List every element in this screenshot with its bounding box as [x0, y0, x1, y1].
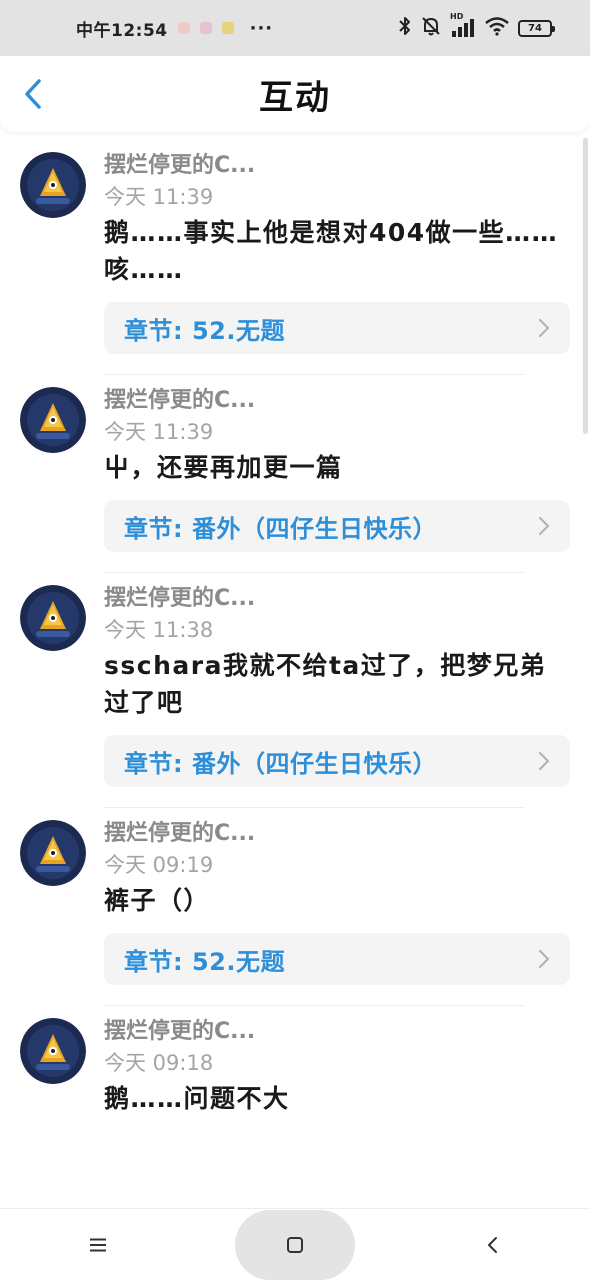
comment-author[interactable]: 摆烂停更的C... — [104, 583, 570, 615]
chapter-label: 章节: 52.无题 — [124, 947, 285, 976]
app-header: 互动 — [0, 56, 590, 132]
chevron-left-icon — [25, 79, 41, 109]
back-icon — [487, 1236, 497, 1253]
notification-app-icon — [199, 22, 212, 34]
comment-text: 鹅……事实上他是想对404做一些……咳…… — [104, 218, 559, 284]
comment-author[interactable]: 摆烂停更的C... — [104, 385, 570, 417]
page-title: 互动 — [259, 77, 331, 118]
mute-bell-icon — [420, 15, 442, 42]
notification-app-icon — [177, 22, 190, 34]
bluetooth-icon — [398, 15, 412, 42]
comment-time: 今天 09:18 — [104, 1051, 214, 1075]
notification-app-icon — [221, 22, 234, 34]
avatar[interactable] — [20, 585, 86, 651]
battery-indicator: 74 — [518, 19, 555, 37]
comment-text: 屮，还要再加更一篇 — [104, 453, 343, 482]
comment-item: 摆烂停更的C... 今天 09:18 鹅……问题不大 — [0, 1006, 590, 1117]
wifi-icon — [484, 16, 510, 41]
square-icon — [286, 1236, 303, 1253]
avatar[interactable] — [20, 152, 86, 218]
chapter-link-card[interactable]: 章节: 番外（四仔生日快乐） — [104, 500, 570, 552]
comment-time: 今天 11:39 — [104, 185, 214, 209]
comment-author[interactable]: 摆烂停更的C... — [104, 150, 570, 182]
network-badge: HD — [450, 12, 464, 21]
nav-menu-button[interactable] — [38, 1209, 158, 1281]
chevron-right-icon — [538, 318, 550, 338]
chapter-link-card[interactable]: 章节: 52.无题 — [104, 933, 570, 985]
comment-time: 今天 11:38 — [104, 618, 214, 642]
comment-item: 摆烂停更的C... 今天 11:39 鹅……事实上他是想对404做一些……咳……… — [0, 140, 590, 375]
chapter-link-card[interactable]: 章节: 番外（四仔生日快乐） — [104, 735, 570, 787]
comment-item: 摆烂停更的C... 今天 09:19 裤子（） 章节: 52.无题 — [0, 808, 590, 1006]
avatar[interactable] — [20, 820, 86, 886]
scrollbar[interactable] — [583, 138, 588, 434]
avatar[interactable] — [20, 1018, 86, 1084]
nav-back-button[interactable] — [432, 1209, 552, 1281]
chapter-label: 章节: 52.无题 — [124, 316, 285, 345]
chapter-label: 章节: 番外（四仔生日快乐） — [124, 514, 437, 543]
status-bar: 中午12:54 ··· HD 74 — [0, 0, 590, 56]
comment-item: 摆烂停更的C... 今天 11:39 屮，还要再加更一篇 章节: 番外（四仔生日… — [0, 375, 590, 573]
comment-text: 裤子（） — [104, 886, 211, 915]
signal-icon: HD — [450, 12, 476, 38]
chevron-right-icon — [538, 751, 550, 771]
battery-level: 74 — [528, 22, 542, 34]
comment-item: 摆烂停更的C... 今天 11:38 sschara我就不给ta过了，把梦兄弟过… — [0, 573, 590, 808]
comment-time: 今天 09:19 — [104, 853, 214, 877]
chevron-right-icon — [538, 949, 550, 969]
comment-feed[interactable]: 摆烂停更的C... 今天 11:39 鹅……事实上他是想对404做一些……咳……… — [0, 140, 590, 1208]
chevron-right-icon — [538, 516, 550, 536]
avatar[interactable] — [20, 387, 86, 453]
menu-icon — [90, 1238, 107, 1251]
nav-home-button[interactable] — [234, 1209, 355, 1280]
back-button[interactable] — [18, 76, 48, 112]
more-notifications-indicator: ··· — [249, 17, 274, 39]
comment-time: 今天 11:39 — [104, 420, 214, 444]
status-time: 中午12:54 — [76, 20, 168, 41]
system-nav-bar — [0, 1208, 590, 1280]
chapter-link-card[interactable]: 章节: 52.无题 — [104, 302, 570, 354]
comment-author[interactable]: 摆烂停更的C... — [104, 1016, 570, 1048]
comment-text: 鹅……问题不大 — [104, 1084, 290, 1113]
chapter-label: 章节: 番外（四仔生日快乐） — [124, 749, 437, 778]
comment-author[interactable]: 摆烂停更的C... — [104, 818, 570, 850]
comment-text: sschara我就不给ta过了，把梦兄弟过了吧 — [104, 651, 547, 717]
